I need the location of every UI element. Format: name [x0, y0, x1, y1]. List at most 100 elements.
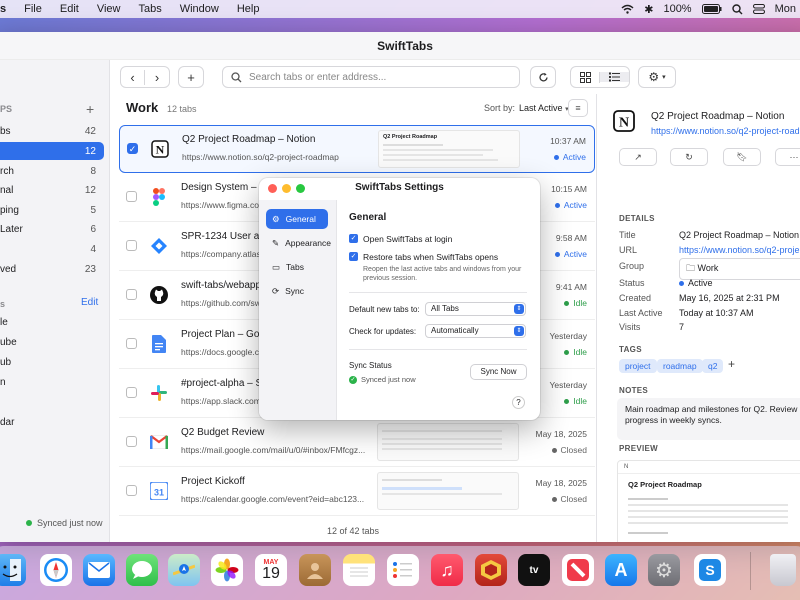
- menu-tabs[interactable]: Tabs: [129, 3, 170, 15]
- system-settings-icon[interactable]: ⚙: [648, 554, 680, 586]
- menu-app[interactable]: s: [0, 3, 15, 15]
- contacts-icon[interactable]: [299, 554, 331, 586]
- search-icon[interactable]: [731, 3, 743, 15]
- bluetooth-icon[interactable]: ✱: [644, 3, 653, 16]
- tag-chip[interactable]: roadmap: [657, 359, 703, 373]
- tag-chip[interactable]: project: [619, 359, 657, 373]
- notes-icon[interactable]: [343, 554, 375, 586]
- news-icon[interactable]: [562, 554, 594, 586]
- sidebar-item-shopping[interactable]: ping 5: [0, 201, 110, 219]
- calendar-app-icon[interactable]: MAY 19: [255, 554, 287, 586]
- row-checkbox[interactable]: [126, 289, 137, 300]
- row-checkbox[interactable]: [126, 338, 137, 349]
- sort-control[interactable]: Sort by: Last Active ▾: [484, 103, 569, 113]
- group-select[interactable]: 🗀︎ Work: [679, 258, 800, 280]
- tab-title: SPR-1234 User a: [181, 231, 260, 242]
- sidebar-item-archived[interactable]: ved 23: [0, 260, 110, 278]
- sidebar-item-all-tabs[interactable]: bs 42: [0, 122, 110, 140]
- field-label: Last Active: [619, 308, 663, 318]
- safari-icon[interactable]: [40, 554, 72, 586]
- menu-view[interactable]: View: [88, 3, 130, 15]
- settings-nav-appearance[interactable]: ✎ Appearance: [266, 233, 331, 253]
- open-tab-button[interactable]: ↗: [619, 148, 657, 166]
- app-icon[interactable]: [475, 554, 507, 586]
- sort-options-button[interactable]: ≡: [568, 99, 588, 117]
- maps-icon[interactable]: [168, 554, 200, 586]
- wifi-icon[interactable]: [621, 4, 634, 14]
- control-center-icon[interactable]: [752, 4, 765, 14]
- add-group-button[interactable]: +: [86, 101, 94, 117]
- table-row[interactable]: 31 Project Kickoff https://calendar.goog…: [119, 468, 595, 516]
- row-checkbox[interactable]: [126, 191, 137, 202]
- field-value-url[interactable]: https://www.notion.so/q2-project: [679, 245, 800, 255]
- bookmark-button[interactable]: 🔖︎: [723, 148, 761, 166]
- refresh-tab-button[interactable]: ↻: [670, 148, 708, 166]
- reload-button[interactable]: [530, 66, 556, 88]
- menu-window[interactable]: Window: [171, 3, 228, 15]
- chevron-down-icon: ▾: [662, 74, 666, 81]
- detail-url[interactable]: https://www.notion.so/q2-project-roadma: [651, 126, 800, 136]
- grid-view-button[interactable]: [571, 71, 601, 83]
- window-title: SwiftTabs: [377, 39, 433, 53]
- sidebar-site-item[interactable]: le: [0, 313, 110, 331]
- settings-nav-general[interactable]: ⚙ General: [266, 209, 328, 229]
- new-tab-button[interactable]: +: [178, 66, 204, 88]
- sidebar-item-personal[interactable]: nal 12: [0, 181, 110, 199]
- tag-chip[interactable]: q2: [702, 359, 724, 373]
- tab-title: #project-alpha – S: [181, 378, 263, 389]
- music-icon[interactable]: ♫: [431, 554, 463, 586]
- finder-icon[interactable]: [0, 554, 26, 586]
- forward-button[interactable]: ›: [145, 70, 169, 85]
- svg-text:N: N: [619, 116, 629, 131]
- row-checkbox[interactable]: [126, 387, 137, 398]
- default-new-tabs-select[interactable]: All Tabs ⇕: [425, 302, 526, 316]
- table-row[interactable]: ✓ N Q2 Project Roadmap – Notion https://…: [119, 125, 595, 173]
- menu-file[interactable]: File: [15, 3, 51, 15]
- tabs-icon: ▭: [272, 261, 281, 272]
- sidebar-item-work[interactable]: 12: [0, 142, 104, 160]
- search-field[interactable]: Search tabs or enter address...: [222, 66, 520, 88]
- list-view-button[interactable]: [600, 72, 629, 82]
- sync-now-button[interactable]: Sync Now: [470, 364, 527, 380]
- tv-icon[interactable]: tv: [518, 554, 550, 586]
- sidebar-site-item[interactable]: dar: [0, 413, 110, 431]
- restore-tabs-checkbox[interactable]: ✓: [349, 252, 358, 261]
- table-row[interactable]: Q2 Budget Review https://mail.google.com…: [119, 419, 595, 467]
- app-store-icon[interactable]: A: [605, 554, 637, 586]
- more-button[interactable]: ···: [775, 148, 800, 166]
- menu-help[interactable]: Help: [228, 3, 269, 15]
- sidebar-site-item[interactable]: ub: [0, 353, 110, 371]
- open-at-login-checkbox[interactable]: ✓: [349, 234, 358, 243]
- reminders-icon[interactable]: [387, 554, 419, 586]
- messages-icon[interactable]: [126, 554, 158, 586]
- row-checkbox[interactable]: ✓: [127, 143, 138, 154]
- sidebar-site-item[interactable]: n: [0, 373, 110, 391]
- add-tag-button[interactable]: +: [728, 357, 735, 371]
- trash-icon[interactable]: [770, 554, 796, 586]
- photos-icon[interactable]: [211, 554, 243, 586]
- sidebar-site-item[interactable]: [0, 393, 110, 411]
- mail-icon[interactable]: [83, 554, 115, 586]
- sidebar-item-group[interactable]: 4: [0, 240, 110, 258]
- list-count: 12 tabs: [167, 104, 197, 114]
- help-button[interactable]: ?: [512, 396, 525, 409]
- edit-sites-button[interactable]: Edit: [81, 297, 98, 308]
- search-input[interactable]: Search tabs or enter address...: [249, 72, 386, 83]
- row-checkbox[interactable]: [126, 240, 137, 251]
- battery-icon[interactable]: [701, 4, 722, 14]
- settings-nav-sync[interactable]: ⟳ Sync: [266, 281, 328, 301]
- slack-icon: [149, 383, 169, 403]
- back-button[interactable]: ‹: [121, 69, 145, 85]
- swifttabs-app-icon[interactable]: S: [694, 554, 726, 586]
- row-checkbox[interactable]: [126, 485, 137, 496]
- check-updates-select[interactable]: Automatically ⇕: [425, 324, 526, 338]
- sidebar-item-research[interactable]: rch 8: [0, 162, 110, 180]
- row-checkbox[interactable]: [126, 436, 137, 447]
- notion-icon: N: [613, 110, 635, 132]
- settings-menu-button[interactable]: ⚙ ▾: [638, 66, 676, 88]
- menu-edit[interactable]: Edit: [51, 3, 88, 15]
- settings-nav-tabs[interactable]: ▭ Tabs: [266, 257, 328, 277]
- sidebar-site-item[interactable]: ube: [0, 333, 110, 351]
- sidebar-item-read-later[interactable]: Later 6: [0, 220, 110, 238]
- notes-field[interactable]: Main roadmap and milestones for Q2. Revi…: [617, 398, 800, 440]
